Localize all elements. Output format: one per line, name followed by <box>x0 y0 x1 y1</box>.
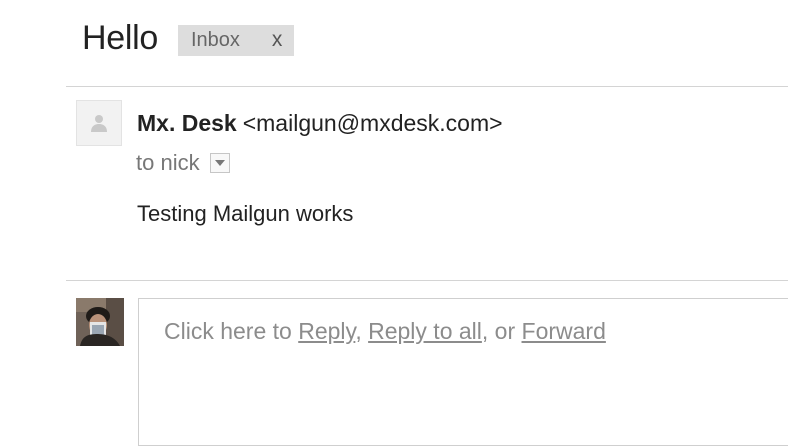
forward-link[interactable]: Forward <box>522 318 606 344</box>
reply-separator-2: , or <box>481 318 522 344</box>
label-chip-inbox: Inbox x <box>177 24 295 56</box>
label-chip-text[interactable]: Inbox <box>191 29 240 52</box>
recipient-text: to nick <box>136 150 200 175</box>
sender-line: Mx. Desk <mailgun@mxdesk.com> <box>137 110 503 137</box>
reply-all-link[interactable]: Reply to all <box>368 318 482 344</box>
show-details-button[interactable] <box>209 153 230 173</box>
remove-label-button[interactable]: x <box>272 28 283 52</box>
sender-email: <mailgun@mxdesk.com> <box>242 110 503 136</box>
reply-prompt: Click here to Reply, Reply to all, or Fo… <box>164 318 606 345</box>
caret-down-icon <box>214 160 225 166</box>
message-divider <box>66 280 788 281</box>
header-divider <box>66 86 788 87</box>
recipient-line: to nick <box>136 150 230 176</box>
reply-separator-1: , <box>355 318 369 344</box>
user-avatar <box>76 298 124 346</box>
message-body: Testing Mailgun works <box>137 201 354 226</box>
reply-prompt-prefix: Click here to <box>164 318 299 344</box>
sender-name[interactable]: Mx. Desk <box>137 110 237 136</box>
thread-subject: Hello <box>82 19 158 57</box>
person-silhouette-icon <box>91 115 107 132</box>
thread-header: Hello Inbox x <box>82 18 295 58</box>
reply-link[interactable]: Reply <box>298 318 355 344</box>
sender-avatar[interactable] <box>76 100 122 146</box>
user-photo <box>76 298 124 346</box>
reply-box[interactable]: Click here to Reply, Reply to all, or Fo… <box>138 298 788 446</box>
